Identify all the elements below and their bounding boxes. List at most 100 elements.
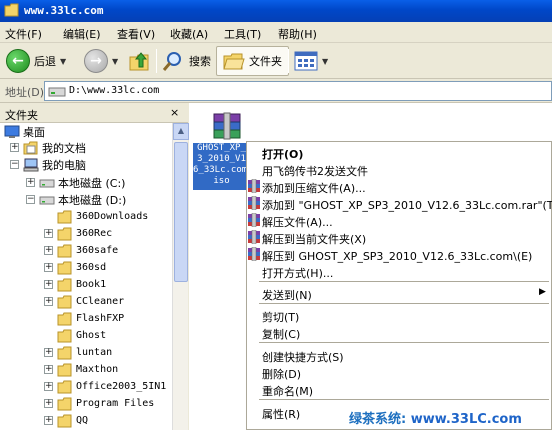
tree-node[interactable]: + QQ xyxy=(44,412,88,429)
scroll-up-arrow-icon[interactable]: ▲ xyxy=(173,123,189,140)
folder-icon xyxy=(57,363,72,376)
tree-node-label: 我的电脑 xyxy=(42,158,86,172)
menu-bar: 文件(F) 编辑(E) 查看(V) 收藏(A) 工具(T) 帮助(H) xyxy=(0,22,552,43)
views-icon xyxy=(294,51,318,71)
menu-item-label: 复制(C) xyxy=(262,328,301,341)
menu-help[interactable]: 帮助(H) xyxy=(278,26,317,42)
tree-node-label: Maxthon xyxy=(76,364,119,375)
menu-item-label: 创建快捷方式(S) xyxy=(262,351,344,364)
folder-icon xyxy=(57,346,72,359)
ctx-add-to-rar-menu-item[interactable]: 添加到 "GHOST_XP_SP3_2010_V12.6_33Lc.com.ra… xyxy=(247,195,552,212)
address-label: 地址(D) xyxy=(5,86,45,99)
desktop-icon xyxy=(4,125,20,138)
folders-button[interactable]: 文件夹 xyxy=(216,46,289,76)
vertical-scrollbar[interactable]: ▲ xyxy=(172,123,189,430)
expand-icon[interactable]: + xyxy=(44,263,53,272)
back-dropdown-arrow-icon[interactable]: ▼ xyxy=(60,57,66,66)
expand-icon[interactable]: + xyxy=(44,297,53,306)
ctx-delete-menu-item[interactable]: 删除(D) xyxy=(247,364,551,381)
ctx-rename-menu-item[interactable]: 重命名(M) xyxy=(247,381,551,398)
folder-icon xyxy=(57,278,72,291)
menu-view[interactable]: 查看(V) xyxy=(117,26,155,42)
toolbar-separator xyxy=(156,49,157,73)
views-button[interactable]: ▼ xyxy=(294,46,328,76)
menu-edit[interactable]: 编辑(E) xyxy=(63,26,101,42)
tree-node[interactable]: + 我的文档 xyxy=(10,139,86,156)
tree-node[interactable]: − 我的电脑 xyxy=(10,156,86,173)
menu-item-label: 剪切(T) xyxy=(262,311,300,324)
winrar-icon xyxy=(248,230,260,244)
up-button[interactable] xyxy=(128,46,152,76)
expand-icon[interactable]: + xyxy=(44,246,53,255)
search-button[interactable]: 搜索 xyxy=(161,46,211,76)
folder-icon xyxy=(57,380,72,393)
menu-item-label: 解压到 GHOST_XP_SP3_2010_V12.6_33Lc.com\(E) xyxy=(262,250,533,263)
expand-icon[interactable]: + xyxy=(10,143,19,152)
menu-file[interactable]: 文件(F) xyxy=(5,26,42,42)
folders-pane-title: 文件夹 xyxy=(5,109,38,122)
ctx-create-shortcut-menu-item[interactable]: 创建快捷方式(S) xyxy=(247,347,551,364)
forward-button[interactable]: → ▼ xyxy=(84,46,118,76)
address-input[interactable]: D:\www.33lc.com xyxy=(44,81,552,101)
folder-up-icon xyxy=(129,52,149,71)
tree-node[interactable]: + Book1 xyxy=(44,276,106,293)
menu-item-label: 删除(D) xyxy=(262,368,302,381)
expand-icon[interactable]: + xyxy=(44,382,53,391)
tree-node[interactable]: + Office2003_5IN1 xyxy=(44,378,166,395)
forward-dropdown-arrow-icon[interactable]: ▼ xyxy=(112,57,118,66)
my-documents-icon xyxy=(23,141,38,154)
tree-node[interactable]: +360sd xyxy=(44,259,106,276)
ctx-extract-here-menu-item[interactable]: 解压到当前文件夹(X) xyxy=(247,229,551,246)
expand-icon[interactable]: + xyxy=(44,348,53,357)
ctx-add-to-archive-menu-item[interactable]: 添加到压缩文件(A)... xyxy=(247,178,551,195)
tree-node[interactable]: FlashFXP xyxy=(44,310,124,327)
tree-node[interactable]: 桌面 xyxy=(4,123,45,140)
expand-icon[interactable]: + xyxy=(44,280,53,289)
ctx-copy-menu-item[interactable]: 复制(C) xyxy=(247,324,551,341)
ctx-open-menu-item[interactable]: 打开(O) xyxy=(247,144,551,161)
expand-icon[interactable]: + xyxy=(44,416,53,425)
tree-node[interactable]: + CCleaner xyxy=(44,293,124,310)
ctx-open-with-menu-item[interactable]: 打开方式(H)... xyxy=(247,263,551,280)
tree-node[interactable]: 360Downloads xyxy=(44,208,148,225)
close-icon[interactable]: × xyxy=(170,106,179,119)
collapse-icon[interactable]: − xyxy=(10,160,19,169)
ctx-send-to-menu-item[interactable]: 发送到(N) ▶ xyxy=(247,285,551,302)
expand-icon[interactable]: + xyxy=(44,365,53,374)
tree-node-label: 360Rec xyxy=(76,228,113,239)
title-bar[interactable]: www.33lc.com xyxy=(0,0,552,22)
tree-node[interactable]: +360Rec xyxy=(44,225,112,242)
tree-node[interactable]: + Program Files xyxy=(44,395,154,412)
tree-node[interactable]: − 本地磁盘 (D:) xyxy=(26,191,126,208)
submenu-arrow-icon: ▶ xyxy=(539,287,546,297)
menu-item-label: 属性(R) xyxy=(262,408,301,421)
collapse-icon[interactable]: − xyxy=(26,195,35,204)
tree-node[interactable]: +360safe xyxy=(44,242,118,259)
menu-item-label: 添加到 "GHOST_XP_SP3_2010_V12.6_33Lc.com.ra… xyxy=(262,199,552,212)
menu-tools[interactable]: 工具(T) xyxy=(224,26,261,42)
rar-archive-icon xyxy=(213,112,241,140)
tree-node-label: 本地磁盘 (C:) xyxy=(58,176,126,190)
expand-icon[interactable]: + xyxy=(44,229,53,238)
expand-icon[interactable]: + xyxy=(44,399,53,408)
search-button-label: 搜索 xyxy=(189,55,211,68)
menu-favorites[interactable]: 收藏(A) xyxy=(170,26,208,42)
ctx-extract-files-menu-item[interactable]: 解压文件(A)... xyxy=(247,212,551,229)
watermark-url: www.33LC.com xyxy=(406,412,522,427)
tree-node-label: Book1 xyxy=(76,279,107,290)
folder-icon xyxy=(57,397,72,410)
tree-node[interactable]: + luntan xyxy=(44,344,112,361)
views-dropdown-arrow-icon[interactable]: ▼ xyxy=(322,57,328,66)
tree-node[interactable]: + 本地磁盘 (C:) xyxy=(26,174,125,191)
ctx-extract-to-folder-menu-item[interactable]: 解压到 GHOST_XP_SP3_2010_V12.6_33Lc.com\(E) xyxy=(247,246,551,263)
expand-icon[interactable]: + xyxy=(26,178,35,187)
ctx-cut-menu-item[interactable]: 剪切(T) xyxy=(247,307,551,324)
folders-button-label: 文件夹 xyxy=(249,55,282,68)
folder-icon xyxy=(57,244,72,257)
watermark-text-cn: 绿茶系统: xyxy=(349,412,407,427)
back-button[interactable]: ← 后退 ▼ xyxy=(6,46,66,76)
tree-node[interactable]: + Maxthon xyxy=(44,361,118,378)
ctx-feige-send-menu-item[interactable]: 用飞鸽传书2发送文件 xyxy=(247,161,551,178)
tree-node[interactable]: Ghost xyxy=(44,327,106,344)
scrollbar-thumb[interactable] xyxy=(174,142,188,282)
